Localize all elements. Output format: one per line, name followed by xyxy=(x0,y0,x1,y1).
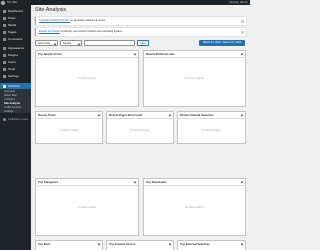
admin-sidebar: Dashboard Posts Media Pages Comments App… xyxy=(0,5,31,250)
widget-empty-text: No data to display xyxy=(184,77,205,80)
dimension-select[interactable]: Dimension xyxy=(35,40,58,46)
sidebar-item-label: Comments xyxy=(8,37,23,41)
enable-tracker-link[interactable]: Enable the tracker xyxy=(39,30,60,33)
chevron-down-icon[interactable] xyxy=(240,180,244,184)
collapse-menu-button[interactable]: Collapse menu xyxy=(0,116,31,122)
widget-empty-text: No data to display xyxy=(201,129,222,132)
widget-top-external-searches: Top External Searches xyxy=(177,240,246,250)
chart-icon xyxy=(3,84,6,88)
wrench-icon xyxy=(3,67,6,71)
sidebar-item-dashboard[interactable]: Dashboard xyxy=(0,8,31,14)
widget-divider xyxy=(144,185,245,186)
chevron-down-icon[interactable] xyxy=(133,180,137,184)
widget-recent-pages-not-found: Recent Pages Not Found No data to displa… xyxy=(106,111,174,144)
widget-top-content-scores: Top Content Scores xyxy=(106,240,174,250)
comment-icon xyxy=(3,37,6,41)
widget-top-exits: Top Exits xyxy=(35,240,103,250)
sidebar-item-settings[interactable]: Settings xyxy=(0,73,31,79)
chevron-down-icon[interactable] xyxy=(168,242,172,246)
chevron-down-icon[interactable] xyxy=(97,242,101,246)
widget-empty-text: No data to display xyxy=(77,77,97,80)
sidebar-item-posts[interactable]: Posts xyxy=(0,15,31,21)
widget-empty-text: No data to display xyxy=(59,129,79,132)
sidebar-item-label: Dashboard xyxy=(8,9,23,13)
brush-icon xyxy=(3,46,6,50)
sidebar-item-plugins[interactable]: Plugins xyxy=(0,52,31,58)
upgrade-link[interactable]: Upgrade Statistic Premium xyxy=(39,19,70,22)
tracker-notice: Enable the tracker to identify your visi… xyxy=(35,28,246,36)
chevron-down-icon[interactable] xyxy=(240,242,244,246)
filter-value-input[interactable] xyxy=(84,40,135,46)
upgrade-notice: Upgrade Statistic Premium to get better … xyxy=(35,17,246,25)
widget-divider xyxy=(36,57,138,58)
account-menu[interactable]: Howdy, admin xyxy=(229,0,248,5)
user-icon xyxy=(3,60,6,64)
chevron-down-icon xyxy=(77,42,80,45)
operator-select[interactable]: Equals xyxy=(60,40,82,46)
settings-icon xyxy=(3,74,6,78)
widget-divider xyxy=(144,57,245,58)
submenu-item-settings[interactable]: Settings xyxy=(4,110,13,114)
collapse-menu-label: Collapse menu xyxy=(8,117,29,121)
widget-empty-text: No data to display xyxy=(77,206,97,209)
sidebar-item-media[interactable]: Media xyxy=(0,22,31,28)
widget-empty-text: No data to display xyxy=(130,129,150,132)
sidebar-item-label: Posts xyxy=(8,16,16,20)
chevron-down-icon[interactable] xyxy=(97,113,101,117)
widget-empty-text: No data to display xyxy=(184,206,205,209)
media-icon xyxy=(3,23,6,27)
notice-text: to get better statistics & charts. xyxy=(69,19,107,22)
widget-divider xyxy=(178,118,245,119)
widget-divider xyxy=(36,185,138,186)
operator-select-value: Equals xyxy=(63,42,71,45)
page-icon xyxy=(3,30,6,34)
dimension-select-value: Dimension xyxy=(38,42,51,45)
admin-bar: My Site Howdy, admin xyxy=(0,0,250,5)
sidebar-item-label: Plugins xyxy=(8,53,18,57)
statistics-submenu: Overview Visitor Map Locations Site Anal… xyxy=(0,89,31,113)
widget-top-categories: Top Categories No data to display xyxy=(35,178,139,236)
sidebar-item-users[interactable]: Users xyxy=(0,59,31,65)
widget-top-downloads: Top Downloads No data to display xyxy=(143,178,246,236)
widget-recent-posts: Recent Posts No data to display xyxy=(35,111,103,144)
sidebar-item-label: Media xyxy=(8,23,17,27)
chevron-down-icon[interactable] xyxy=(133,52,137,56)
sidebar-item-label: Tools xyxy=(8,67,16,71)
widget-title: Top Content Scores xyxy=(109,242,136,246)
sidebar-item-appearance[interactable]: Appearance xyxy=(0,45,31,51)
sidebar-item-label: Users xyxy=(8,60,16,64)
date-range-button[interactable]: March 04, 2024 - March 10, 2024 xyxy=(199,40,245,46)
chevron-down-icon[interactable] xyxy=(240,113,244,117)
sidebar-item-label: Appearance xyxy=(8,46,25,50)
chevron-down-icon xyxy=(53,42,56,45)
collapse-arrow-icon xyxy=(3,117,6,121)
dismiss-icon[interactable] xyxy=(241,30,244,34)
dashboard-icon xyxy=(3,9,6,13)
dismiss-icon[interactable] xyxy=(241,19,244,23)
plug-icon xyxy=(3,53,6,57)
notice-text: to identify your visitors' location and … xyxy=(60,30,123,33)
widget-recent-referral-links: Recent Referral Links No data to display xyxy=(143,50,246,107)
chevron-down-icon[interactable] xyxy=(168,113,172,117)
sidebar-item-pages[interactable]: Pages xyxy=(0,29,31,35)
sidebar-item-label: Settings xyxy=(8,74,19,78)
widget-divider xyxy=(107,118,173,119)
wordpress-logo-icon[interactable] xyxy=(1,0,5,5)
sidebar-item-comments[interactable]: Comments xyxy=(0,36,31,42)
widget-recent-internal-searches: Recent Internal Searches No data to disp… xyxy=(177,111,246,144)
page-title: Site Analysis xyxy=(35,7,67,13)
sidebar-item-tools[interactable]: Tools xyxy=(0,66,31,72)
widget-top-search-terms: Top Search Terms No data to display xyxy=(35,50,139,107)
sidebar-item-label: Pages xyxy=(8,30,17,34)
widget-title: Top External Searches xyxy=(180,242,210,246)
pin-icon xyxy=(3,16,6,20)
widget-divider xyxy=(36,118,102,119)
chevron-down-icon[interactable] xyxy=(240,52,244,56)
widget-title: Top Exits xyxy=(38,242,51,246)
filter-button[interactable]: Filter xyxy=(137,40,149,46)
